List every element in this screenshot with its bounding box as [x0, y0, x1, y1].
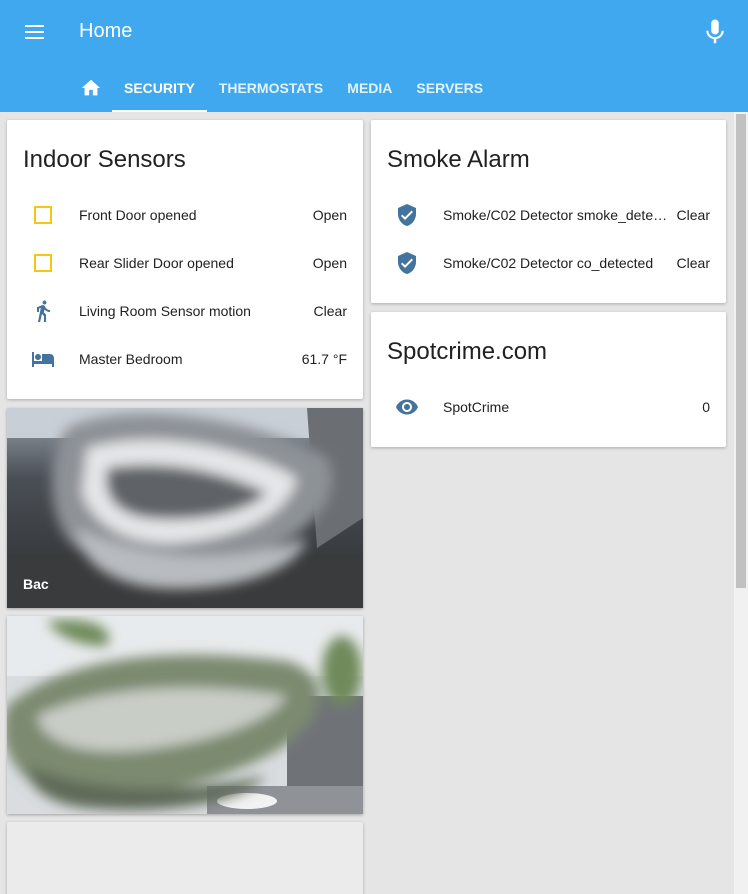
entity-row-living-room-motion[interactable]: Living Room Sensor motion Clear — [23, 291, 347, 331]
entity-row-spotcrime[interactable]: SpotCrime 0 — [387, 387, 710, 427]
shield-icon-wrap — [387, 195, 427, 235]
entity-row-co-detected[interactable]: Smoke/C02 Detector co_detected Clear — [387, 243, 710, 283]
entity-state: 0 — [702, 399, 710, 415]
card-title: Indoor Sensors — [23, 146, 186, 173]
page-title: Home — [79, 20, 133, 42]
entity-state: Clear — [676, 207, 710, 223]
tab-home[interactable] — [70, 64, 112, 112]
entity-name: Master Bedroom — [79, 351, 183, 367]
bed-icon — [32, 352, 54, 367]
home-icon — [81, 79, 101, 96]
scrollbar[interactable] — [734, 112, 748, 894]
entity-row-master-bedroom[interactable]: Master Bedroom 61.7 °F — [23, 339, 347, 379]
entity-name: SpotCrime — [443, 399, 510, 415]
entity-state: 61.7 °F — [301, 351, 347, 367]
smoke-alarm-card: Smoke Alarm Smoke/C02 Detector smoke_det… — [371, 120, 726, 303]
entity-row-smoke-detected[interactable]: Smoke/C02 Detector smoke_detected Clear — [387, 195, 710, 235]
menu-icon-line — [25, 31, 44, 33]
indoor-sensors-card: Indoor Sensors Front Door opened Open Re… — [7, 120, 363, 399]
mic-button[interactable] — [700, 16, 730, 48]
walking-person-icon — [37, 300, 50, 322]
entity-name: Front Door opened — [79, 207, 197, 223]
camera-feed-backyard[interactable]: Bac — [7, 408, 363, 608]
entity-state: Open — [312, 207, 347, 223]
spotcrime-card: Spotcrime.com SpotCrime 0 — [371, 312, 726, 447]
entity-name: Rear Slider Door opened — [79, 255, 234, 271]
app-toolbar: Home SECURITY THERMOSTATS MEDIA SERVERS — [0, 0, 748, 112]
menu-icon-line — [25, 25, 44, 27]
entity-name: Smoke/C02 Detector co_detected — [443, 255, 654, 271]
shield-check-icon — [398, 252, 416, 274]
tab-servers[interactable]: SERVERS — [404, 64, 495, 112]
door-sensor-icon — [23, 243, 63, 283]
menu-button[interactable] — [18, 18, 52, 46]
walking-person-icon — [23, 291, 63, 331]
bed-icon-wrap — [23, 339, 63, 379]
camera-image — [7, 408, 363, 608]
eye-icon-wrap — [387, 387, 427, 427]
entity-row-front-door[interactable]: Front Door opened Open — [23, 195, 347, 235]
view-tabs: SECURITY THERMOSTATS MEDIA SERVERS — [70, 64, 495, 112]
entity-row-rear-slider-door[interactable]: Rear Slider Door opened Open — [23, 243, 347, 283]
shield-check-icon — [398, 204, 416, 226]
entity-state: Clear — [313, 303, 347, 319]
entity-state: Clear — [676, 255, 710, 271]
entity-state: Open — [312, 255, 347, 271]
camera-caption: Bac — [23, 576, 49, 592]
camera-feed-front[interactable] — [7, 616, 363, 814]
camera-image — [7, 616, 363, 814]
entity-name: Smoke/C02 Detector smoke_detected — [443, 207, 677, 223]
tab-thermostats[interactable]: THERMOSTATS — [207, 64, 335, 112]
eye-icon — [396, 399, 418, 415]
scrollbar-thumb[interactable] — [736, 114, 746, 588]
mic-icon — [706, 19, 724, 44]
menu-icon-line — [25, 37, 44, 39]
tab-media[interactable]: MEDIA — [335, 64, 404, 112]
tab-security[interactable]: SECURITY — [112, 64, 207, 112]
card-title: Smoke Alarm — [387, 146, 530, 173]
camera-placeholder-card — [7, 822, 363, 894]
shield-icon-wrap — [387, 243, 427, 283]
door-sensor-icon — [23, 195, 63, 235]
entity-name: Living Room Sensor motion — [79, 303, 251, 319]
card-title: Spotcrime.com — [387, 338, 548, 365]
